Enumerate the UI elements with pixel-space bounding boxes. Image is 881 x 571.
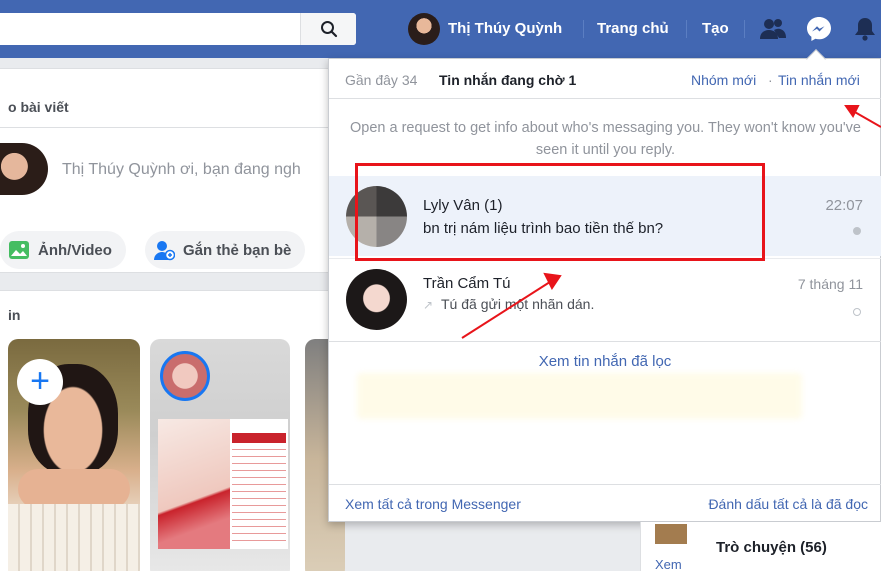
news-feed: o bài viết Thị Thúy Quỳnh ơi, bạn đang n… (0, 58, 345, 571)
message-request-info: Open a request to get info about who's m… (349, 120, 861, 158)
profile-avatar[interactable] (408, 13, 440, 45)
tag-friends-icon (153, 239, 175, 261)
tag-friends-button[interactable]: Gắn thẻ bạn bè (145, 231, 306, 269)
message-thread[interactable]: Trần Cẩm Tú ↗ Tú đã gửi một nhãn dán. 7 … (329, 259, 881, 339)
nav-divider (583, 20, 584, 38)
tab-pending-requests[interactable]: Tin nhắn đang chờ 1 (439, 72, 576, 88)
chat-tab[interactable]: Trò chuyện (56) (700, 530, 881, 571)
composer-input[interactable]: Thị Thúy Quỳnh ơi, bạn đang ngh (62, 161, 301, 179)
messenger-button[interactable] (804, 14, 834, 44)
thread-avatar (346, 269, 407, 330)
friends-icon (760, 19, 786, 39)
story-card[interactable] (150, 339, 290, 571)
thread-preview: Tú đã gửi một nhãn dán. (441, 296, 595, 312)
story-avatar (160, 351, 210, 401)
sticker-icon: ↗ (423, 298, 434, 312)
divider (329, 341, 881, 342)
post-composer: o bài viết Thị Thúy Quỳnh ơi, bạn đang n… (0, 68, 340, 273)
blurred-area (357, 373, 802, 419)
sidebar-thumbnail (655, 524, 687, 544)
nav-divider (686, 20, 687, 38)
messages-header: Gần đây 34 Tin nhắn đang chờ 1 Nhóm mới … (329, 59, 881, 99)
friend-requests-button[interactable] (758, 14, 788, 44)
new-message-link[interactable]: Tin nhắn mới (778, 72, 860, 88)
notifications-button[interactable] (850, 14, 880, 44)
tab-recent[interactable]: Gần đây 34 (345, 72, 417, 88)
photo-video-label: Ảnh/Video (38, 241, 112, 259)
add-story-icon[interactable]: + (17, 359, 63, 405)
photo-video-button[interactable]: Ảnh/Video (0, 231, 126, 269)
composer-avatar (0, 143, 48, 195)
thread-time: 7 tháng 11 (797, 276, 863, 292)
story-image-detail (158, 419, 230, 549)
search-button[interactable] (300, 13, 356, 45)
messenger-icon (807, 17, 831, 41)
mark-unread-indicator[interactable] (853, 308, 861, 316)
photo-icon (8, 239, 30, 261)
tag-friends-label: Gắn thẻ bạn bè (183, 241, 292, 259)
search-icon (320, 21, 337, 38)
bell-icon (855, 18, 875, 41)
annotation-highlight-box (355, 163, 765, 261)
thread-name: Trần Cẩm Tú (423, 275, 511, 292)
divider (0, 127, 340, 128)
messages-dropdown: Gần đây 34 Tin nhắn đang chờ 1 Nhóm mới … (328, 49, 881, 522)
stories-section: in + (0, 290, 345, 571)
story-photo-detail (18, 469, 130, 509)
mark-read-indicator[interactable] (853, 227, 861, 235)
top-navigation-bar: Thị Thúy Quỳnh Trang chủ Tạo (0, 0, 881, 58)
see-all-in-messenger-link[interactable]: Xem tất cả trong Messenger (345, 496, 521, 512)
home-link[interactable]: Trang chủ (597, 20, 669, 37)
stories-title: in (8, 307, 21, 323)
create-link[interactable]: Tạo (702, 20, 729, 37)
thread-time: 22:07 (825, 197, 863, 214)
create-story-card[interactable]: + (8, 339, 140, 571)
new-group-link[interactable]: Nhóm mới (691, 72, 756, 88)
composer-title: o bài viết (8, 99, 69, 115)
mark-all-read-link[interactable]: Đánh dấu tất cả là đã đọc (708, 496, 868, 512)
nav-divider (744, 20, 745, 38)
story-image (158, 419, 288, 549)
see-more-link[interactable]: Xem (655, 557, 682, 571)
chat-label: Trò chuyện (56) (716, 539, 827, 556)
story-photo-detail (8, 504, 140, 571)
separator-dot: · (768, 72, 773, 88)
profile-name-link[interactable]: Thị Thúy Quỳnh (448, 20, 562, 37)
filtered-messages-link[interactable]: Xem tin nhắn đã lọc (329, 353, 881, 370)
story-image-detail (232, 433, 286, 543)
messages-footer: Xem tất cả trong Messenger Đánh dấu tất … (329, 484, 881, 522)
